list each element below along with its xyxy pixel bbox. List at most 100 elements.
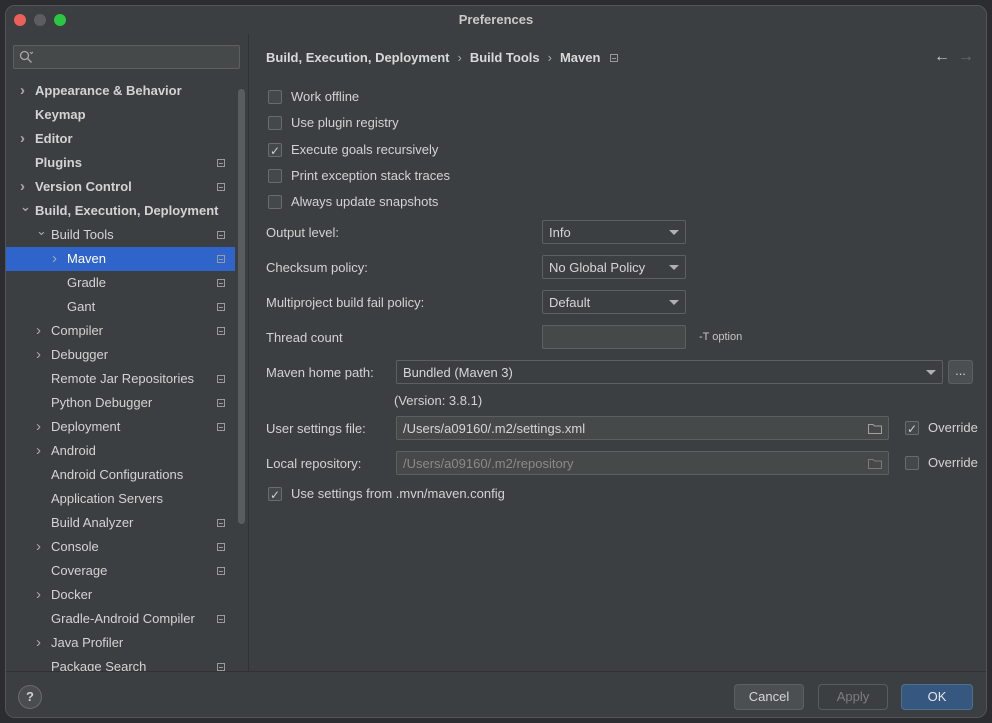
sidebar-item-label: Java Profiler <box>51 635 124 650</box>
sidebar-item-label: Editor <box>35 131 73 146</box>
sidebar-item[interactable]: Gradle <box>6 271 235 295</box>
browse-maven-home-button[interactable]: ... <box>948 360 973 384</box>
chevron-down-icon[interactable]: ⌄ <box>20 195 31 219</box>
project-settings-icon <box>217 183 225 191</box>
project-settings-icon <box>217 231 225 239</box>
sidebar-item-label: Maven <box>67 251 107 266</box>
sidebar-item[interactable]: Plugins <box>6 151 235 175</box>
breadcrumb-item[interactable]: Build Tools <box>470 50 540 65</box>
sidebar-item[interactable]: Python Debugger <box>6 391 235 415</box>
thread-count-hint: -T option <box>699 331 743 343</box>
folder-icon[interactable] <box>868 458 882 469</box>
apply-button[interactable]: Apply <box>818 684 888 710</box>
chevron-right-icon[interactable]: › <box>20 127 30 151</box>
sidebar-item[interactable]: › Editor <box>6 127 235 151</box>
sidebar-item[interactable]: Keymap <box>6 103 235 127</box>
settings-search-input[interactable] <box>13 45 240 69</box>
sidebar-item-label: Application Servers <box>51 491 163 506</box>
chevron-right-icon[interactable]: › <box>36 439 46 463</box>
local-repository-override-checkbox[interactable] <box>905 456 919 470</box>
chevron-right-icon[interactable]: › <box>52 247 62 271</box>
local-repository-label: Local repository: <box>266 456 362 471</box>
sidebar-item[interactable]: › Debugger <box>6 343 235 367</box>
sidebar-item[interactable]: › Maven <box>6 247 235 271</box>
chevron-right-icon[interactable]: › <box>36 631 46 655</box>
title-bar: Preferences <box>6 6 986 34</box>
chevron-right-icon[interactable]: › <box>36 343 46 367</box>
sidebar-item-label: Coverage <box>51 563 108 578</box>
sidebar-item[interactable]: Gradle-Android Compiler <box>6 607 235 631</box>
sidebar-item-label: Remote Jar Repositories <box>51 371 195 386</box>
sidebar-item[interactable]: › Java Profiler <box>6 631 235 655</box>
sidebar-item[interactable]: ⌄ Build Tools <box>6 223 235 247</box>
sidebar-item[interactable]: › Docker <box>6 583 235 607</box>
dialog-footer: ? Cancel Apply OK <box>6 671 986 717</box>
print-exception-checkbox[interactable] <box>268 169 282 183</box>
sidebar-item-label: Debugger <box>51 347 109 362</box>
back-arrow-icon[interactable]: ← <box>934 48 950 66</box>
sidebar-item-label: Gradle-Android Compiler <box>51 611 195 626</box>
navigation-arrows: ← → <box>934 48 974 66</box>
thread-count-input[interactable] <box>542 325 686 349</box>
execute-goals-checkbox[interactable] <box>268 142 282 160</box>
sidebar-item-label: Build Analyzer <box>51 515 134 530</box>
sidebar-item-label: Python Debugger <box>51 395 153 410</box>
checksum-policy-dropdown[interactable]: No Global Policy <box>542 255 686 279</box>
user-settings-input[interactable]: /Users/a09160/.m2/settings.xml <box>396 416 889 440</box>
user-settings-value: /Users/a09160/.m2/settings.xml <box>403 421 586 436</box>
output-level-dropdown[interactable]: Info <box>542 220 686 244</box>
sidebar-item[interactable]: Build Analyzer <box>6 511 235 535</box>
sidebar-item-label: Gradle <box>67 275 107 290</box>
local-repository-input[interactable]: /Users/a09160/.m2/repository <box>396 451 889 475</box>
maven-home-dropdown[interactable]: Bundled (Maven 3) <box>396 360 943 384</box>
maven-home-value: Bundled (Maven 3) <box>403 365 513 380</box>
chevron-right-icon[interactable]: › <box>20 79 30 103</box>
sidebar-item-label: Docker <box>51 587 93 602</box>
use-mvn-config-checkbox[interactable] <box>268 486 282 504</box>
sidebar-item-label: Compiler <box>51 323 104 338</box>
sidebar-item[interactable]: › Android <box>6 439 235 463</box>
sidebar-item[interactable]: › Appearance & Behavior <box>6 79 235 103</box>
sidebar-item[interactable]: › Compiler <box>6 319 235 343</box>
sidebar-scrollbar[interactable] <box>238 89 245 524</box>
multiproject-policy-dropdown[interactable]: Default <box>542 290 686 314</box>
sidebar-item[interactable]: Android Configurations <box>6 463 235 487</box>
sidebar-item-label: Android Configurations <box>51 467 184 482</box>
project-settings-icon <box>217 375 225 383</box>
work-offline-checkbox[interactable] <box>268 90 282 104</box>
project-settings-icon <box>217 399 225 407</box>
always-update-label: Always update snapshots <box>291 194 439 209</box>
forward-arrow-icon[interactable]: → <box>958 48 974 66</box>
breadcrumb: Build, Execution, Deployment › Build Tools… <box>266 50 619 65</box>
chevron-right-icon[interactable]: › <box>36 319 46 343</box>
search-icon <box>19 50 33 63</box>
folder-icon[interactable] <box>868 423 882 434</box>
sidebar-item[interactable]: Remote Jar Repositories <box>6 367 235 391</box>
sidebar-item[interactable]: › Version Control <box>6 175 235 199</box>
breadcrumb-separator: › <box>547 50 552 65</box>
chevron-right-icon[interactable]: › <box>36 583 46 607</box>
project-settings-icon <box>217 519 225 527</box>
chevron-down-icon[interactable]: ⌄ <box>36 219 47 243</box>
multiproject-policy-value: Default <box>549 295 591 310</box>
breadcrumb-item[interactable]: Build, Execution, Deployment <box>266 50 449 65</box>
work-offline-label: Work offline <box>291 89 360 104</box>
chevron-right-icon[interactable]: › <box>36 415 46 439</box>
sidebar-item-label: Gant <box>67 299 96 314</box>
sidebar-item[interactable]: Coverage <box>6 559 235 583</box>
sidebar-item[interactable]: Application Servers <box>6 487 235 511</box>
sidebar-item[interactable]: › Deployment <box>6 415 235 439</box>
sidebar-item[interactable]: › Console <box>6 535 235 559</box>
cancel-button[interactable]: Cancel <box>734 684 804 710</box>
always-update-checkbox[interactable] <box>268 195 282 209</box>
help-button[interactable]: ? <box>18 685 42 709</box>
preferences-window: Preferences › Appearance & Behavior Keymap… <box>5 5 987 718</box>
checksum-policy-label: Checksum policy: <box>266 260 368 275</box>
ok-button[interactable]: OK <box>901 684 973 710</box>
sidebar-item[interactable]: Gant <box>6 295 235 319</box>
maven-home-label: Maven home path: <box>266 365 374 380</box>
use-plugin-registry-checkbox[interactable] <box>268 116 282 130</box>
user-settings-override-checkbox[interactable] <box>905 420 919 438</box>
chevron-right-icon[interactable]: › <box>36 535 46 559</box>
sidebar-item-label: Build, Execution, Deployment <box>35 203 219 218</box>
